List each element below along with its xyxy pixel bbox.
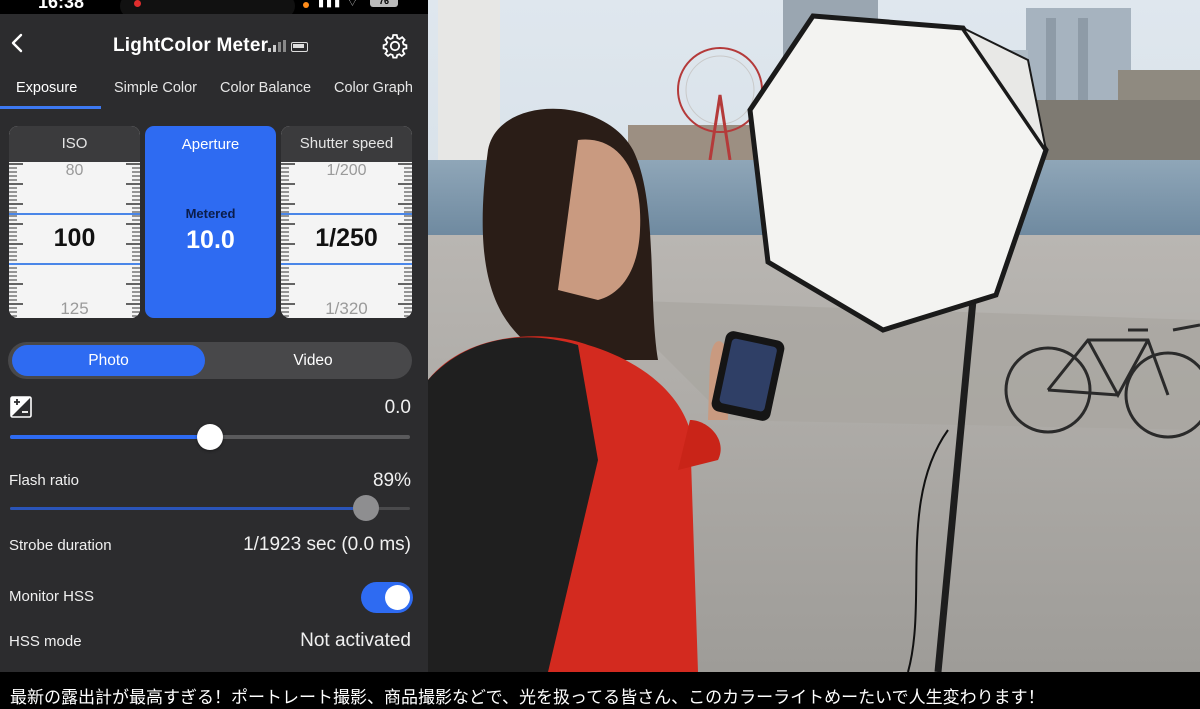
shutter-current-value: 1/250 — [315, 224, 378, 252]
tab-bar: Exposure Simple Color Color Balance Colo… — [0, 72, 428, 110]
iso-dial[interactable]: ISO 80 100 125 — [9, 126, 140, 318]
status-time: 16:38 — [38, 0, 85, 12]
status-bar: 16:38 ▮▮▮ ⌔ 76 — [0, 0, 428, 18]
photo-mode-button[interactable]: Photo — [12, 345, 205, 376]
iso-next-value: 125 — [60, 299, 89, 318]
privacy-dot — [303, 2, 309, 8]
battery-icon: 76 — [370, 0, 398, 7]
iso-scale[interactable]: 80 100 125 — [9, 162, 140, 318]
device-battery-icon — [291, 42, 308, 52]
exposure-compensation-icon — [10, 396, 32, 418]
shutter-prev-value: 1/200 — [326, 162, 367, 179]
shutter-scale[interactable]: 1/200 1/250 1/320 — [281, 162, 412, 318]
video-mode-button[interactable]: Video — [218, 345, 408, 376]
signal-wifi-icon: ▮▮▮ ⌔ — [318, 0, 360, 9]
flash-ratio-slider[interactable] — [10, 495, 410, 521]
toggle-knob — [385, 585, 410, 610]
slider-thumb[interactable] — [353, 495, 379, 521]
monitor-hss-label: Monitor HSS — [9, 588, 95, 605]
tab-simple-color[interactable]: Simple Color — [114, 80, 197, 96]
exposure-compensation-slider[interactable] — [10, 424, 410, 450]
iso-current-value: 100 — [53, 224, 96, 252]
monitor-hss-toggle[interactable] — [361, 582, 413, 613]
flash-ratio-label: Flash ratio — [9, 472, 80, 489]
shutter-dial[interactable]: Shutter speed 1/200 1/250 1/320 — [281, 126, 412, 318]
tab-color-graph[interactable]: Color Graph — [334, 80, 413, 96]
video-frame — [428, 0, 1200, 672]
video-subtitle: 最新の露出計が最高すぎる！ポートレート撮影、商品撮影などで、光を扱ってる皆さん、… — [0, 672, 1200, 709]
strobe-duration-value: 1/1923 sec (0.0 ms) — [243, 534, 411, 555]
app-header: LightColor Meter — [0, 14, 428, 70]
strobe-duration-label: Strobe duration — [9, 537, 112, 554]
slider-fill — [10, 435, 210, 439]
scene-illustration — [428, 0, 1200, 672]
tab-exposure[interactable]: Exposure — [16, 80, 77, 96]
iso-prev-value: 80 — [65, 162, 84, 179]
slider-thumb[interactable] — [197, 424, 223, 450]
hss-mode-value: Not activated — [300, 630, 411, 651]
tab-color-balance[interactable]: Color Balance — [220, 80, 311, 96]
aperture-card[interactable]: Aperture Metered 10.0 — [145, 126, 276, 318]
light-meter-app: 16:38 ▮▮▮ ⌔ 76 LightColor Meter Exposure… — [0, 0, 428, 672]
aperture-label: Aperture — [181, 136, 240, 153]
active-tab-indicator — [0, 106, 101, 109]
flash-ratio-value: 89% — [372, 470, 411, 491]
signal-strength-icon — [268, 40, 286, 52]
back-chevron-icon[interactable] — [6, 31, 30, 55]
iso-label: ISO — [9, 126, 140, 162]
recording-indicator — [134, 0, 141, 7]
app-title: LightColor Meter — [113, 35, 269, 56]
gear-icon[interactable] — [381, 32, 409, 60]
shutter-next-value: 1/320 — [325, 299, 368, 318]
hss-mode-label: HSS mode — [9, 633, 82, 650]
exposure-compensation-value: 0.0 — [384, 397, 411, 418]
shutter-label: Shutter speed — [281, 126, 412, 162]
aperture-value: 10.0 — [186, 226, 235, 254]
metered-label: Metered — [185, 206, 236, 221]
mode-segmented-control: Photo Video — [8, 342, 412, 379]
slider-fill — [10, 507, 366, 510]
